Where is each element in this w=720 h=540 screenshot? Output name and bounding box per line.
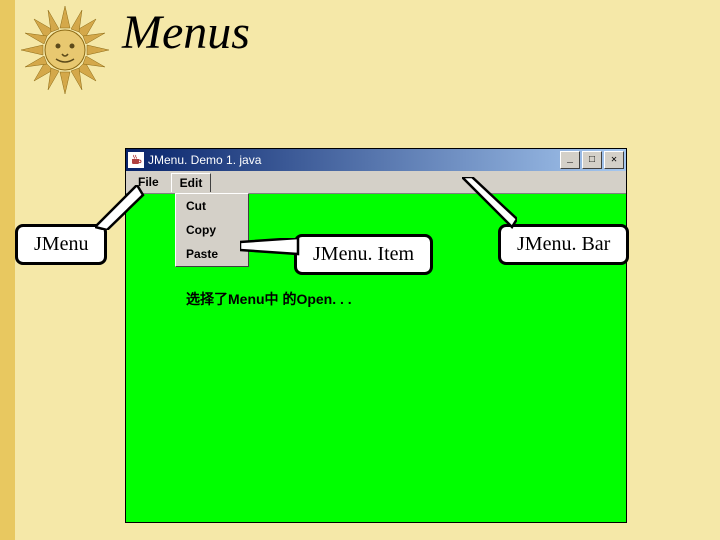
menubar: File Edit <box>126 171 626 194</box>
minimize-button[interactable]: _ <box>560 151 580 169</box>
callout-jmenubar: JMenu. Bar <box>498 224 629 265</box>
edit-dropdown-menu: Cut Copy Paste <box>175 193 249 267</box>
status-text: 选择了Menu中 的Open. . . <box>186 289 352 309</box>
menu-edit[interactable]: Edit <box>171 173 212 192</box>
close-button[interactable]: ✕ <box>604 151 624 169</box>
java-window: JMenu. Demo 1. java _ □ ✕ File Edit Cut … <box>125 148 627 523</box>
slide-title: Menus <box>122 5 250 60</box>
sun-decoration-icon <box>20 5 110 95</box>
menu-item-copy[interactable]: Copy <box>176 218 248 242</box>
menu-item-cut[interactable]: Cut <box>176 194 248 218</box>
sidebar-accent-stripe <box>0 0 15 540</box>
window-control-buttons: _ □ ✕ <box>560 151 624 169</box>
menu-file[interactable]: File <box>130 173 167 191</box>
maximize-button[interactable]: □ <box>582 151 602 169</box>
window-title-text: JMenu. Demo 1. java <box>148 153 560 167</box>
window-titlebar: JMenu. Demo 1. java _ □ ✕ <box>126 149 626 171</box>
callout-jmenuitem: JMenu. Item <box>294 234 433 275</box>
menu-item-paste[interactable]: Paste <box>176 242 248 266</box>
java-coffee-icon <box>128 152 144 168</box>
callout-jmenu: JMenu <box>15 224 107 265</box>
